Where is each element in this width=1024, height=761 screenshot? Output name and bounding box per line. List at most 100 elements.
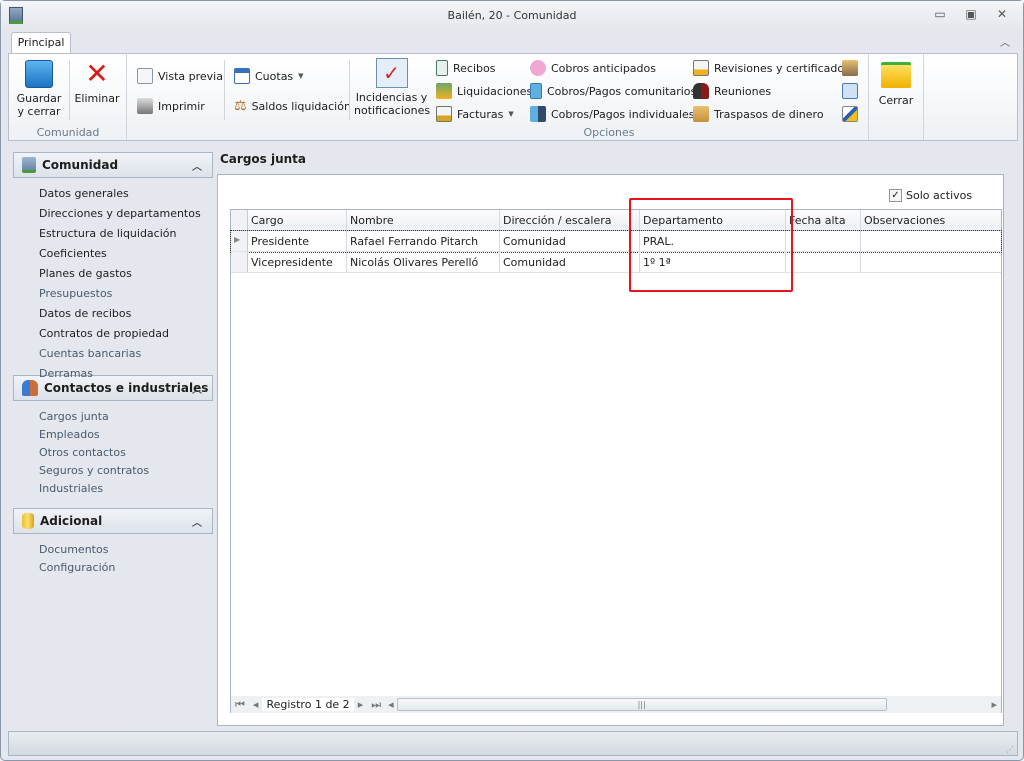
last-record-icon[interactable]: ⏭ (367, 698, 385, 712)
status-bar: ⋰ (8, 731, 1018, 756)
sidebar-item-comunidad[interactable]: Derramas (39, 367, 93, 380)
column-header-departamento[interactable]: Departamento (640, 210, 786, 230)
transfer-icon (693, 106, 709, 122)
sidebar-item-adicional[interactable]: Configuración (39, 561, 115, 574)
scroll-right-icon[interactable]: ▸ (987, 698, 1001, 711)
checkbox-checked-icon: ✓ (889, 189, 902, 202)
group-opciones-label: Opciones (583, 126, 635, 139)
collapse-ribbon-button[interactable]: ︿ (995, 34, 1015, 50)
reuniones-button[interactable]: Reuniones (693, 83, 771, 99)
table-cell[interactable]: Comunidad (500, 231, 640, 251)
invoice-icon (436, 106, 452, 122)
folder-exit-icon (881, 62, 911, 88)
row-indicator-header (231, 210, 248, 230)
revisiones-button[interactable]: Revisiones y certificados (693, 60, 850, 76)
sidebar-item-comunidad[interactable]: Contratos de propiedad (39, 327, 169, 340)
recibos-button[interactable]: Recibos (436, 60, 495, 76)
sidebar-item-contactos[interactable]: Industriales (39, 482, 103, 495)
sidebar-item-adicional[interactable]: Documentos (39, 543, 108, 556)
prev-record-icon[interactable]: ◂ (249, 698, 263, 711)
minimize-button[interactable]: ▭ (930, 7, 950, 23)
sidebar-item-contactos[interactable]: Cargos junta (39, 410, 109, 423)
column-header-nombre[interactable]: Nombre (347, 210, 500, 230)
saldos-liquidacion-button[interactable]: ⚖ Saldos liquidación (234, 98, 351, 114)
cobros-individuales-button[interactable]: Cobros/Pagos individuales (530, 106, 695, 122)
traspasos-button[interactable]: Traspasos de dinero (693, 106, 824, 122)
calculator-icon (530, 83, 542, 99)
calculator-person-icon (530, 106, 546, 122)
sidebar-item-contactos[interactable]: Empleados (39, 428, 100, 441)
table-cell[interactable]: Presidente (248, 231, 347, 251)
column-header-fecha-alta[interactable]: Fecha alta (786, 210, 861, 230)
table-cell[interactable] (786, 231, 861, 251)
sidebar-item-contactos[interactable]: Otros contactos (39, 446, 126, 459)
scroll-left-icon[interactable]: ◂ (385, 698, 397, 711)
content-title: Cargos junta (220, 152, 307, 166)
incidencias-button[interactable]: ✓ Incidencias y notificaciones (354, 58, 430, 117)
sidebar-item-comunidad[interactable]: Datos generales (39, 187, 129, 200)
row-indicator[interactable] (231, 252, 248, 272)
transfer-people-icon[interactable] (842, 60, 858, 76)
collapse-chevron-icon[interactable]: ︿ (192, 158, 202, 173)
save-icon (25, 60, 53, 88)
table-cell[interactable]: Comunidad (500, 252, 640, 272)
liquidaciones-button[interactable]: Liquidaciones (436, 83, 532, 99)
building-icon (22, 157, 36, 173)
receipt-icon (436, 60, 448, 76)
horizontal-scrollbar-thumb[interactable]: ||| (396, 698, 887, 711)
collapse-chevron-icon[interactable]: ︿ (192, 381, 202, 396)
first-record-icon[interactable]: ⏮ (231, 698, 249, 712)
title-bar: Bailén, 20 - Comunidad ▭ ▣ ✕ (1, 1, 1023, 31)
preview-icon (137, 68, 153, 84)
tab-principal[interactable]: Principal (11, 32, 71, 54)
solo-activos-checkbox[interactable]: ✓ Solo activos (889, 189, 972, 202)
sidebar-item-comunidad[interactable]: Cuentas bancarias (39, 347, 141, 360)
table-row[interactable]: ▶ Presidente Rafael Ferrando Pitarch Comuni… (230, 230, 1002, 253)
column-header-direccion[interactable]: Dirección / escalera (500, 210, 640, 230)
guardar-cerrar-button[interactable]: Guardar y cerrar (13, 60, 65, 118)
sidebar-item-comunidad[interactable]: Estructura de liquidación (39, 227, 176, 240)
liquidation-icon (436, 83, 452, 99)
group-comunidad-label: Comunidad (36, 126, 100, 139)
table-cell[interactable] (786, 252, 861, 272)
table-cell[interactable]: Rafael Ferrando Pitarch (347, 231, 500, 251)
table-row[interactable]: Vicepresidente Nicolás Olivares Perelló Co… (231, 252, 1001, 273)
tax-agency-icon[interactable] (842, 106, 858, 122)
sidebar-item-contactos[interactable]: Seguros y contratos (39, 464, 149, 477)
record-counter: Registro 1 de 2 (262, 698, 354, 711)
next-record-icon[interactable]: ▸ (354, 698, 368, 711)
cobros-comunitarios-button[interactable]: Cobros/Pagos comunitarios (530, 83, 696, 99)
sidebar-item-comunidad[interactable]: Presupuestos (39, 287, 112, 300)
table-cell[interactable] (861, 252, 1001, 272)
cuotas-dropdown[interactable]: Cuotas ▼ (234, 68, 304, 84)
sidebar-item-comunidad[interactable]: Direcciones y departamentos (39, 207, 201, 220)
close-button[interactable]: ✕ (992, 7, 1012, 23)
vista-previa-button[interactable]: Vista previa (137, 68, 223, 84)
grid-header-row: Cargo Nombre Dirección / escalera Depart… (231, 210, 1001, 231)
eliminar-button[interactable]: ✕ Eliminar (73, 60, 121, 106)
table-cell[interactable]: Vicepresidente (248, 252, 347, 272)
certificate-bell-icon (693, 60, 709, 76)
cobros-anticipados-button[interactable]: Cobros anticipados (530, 60, 656, 76)
collapse-chevron-icon[interactable]: ︿ (192, 514, 202, 529)
imprimir-button[interactable]: Imprimir (137, 98, 205, 114)
table-cell[interactable]: PRAL. (640, 231, 786, 251)
column-header-observaciones[interactable]: Observaciones (861, 210, 1001, 230)
restore-button[interactable]: ▣ (961, 7, 981, 23)
column-header-cargo[interactable]: Cargo (248, 210, 347, 230)
facturas-dropdown[interactable]: Facturas ▼ (436, 106, 514, 122)
table-cell[interactable]: 1º 1ª (640, 252, 786, 272)
scales-icon: ⚖ (234, 98, 247, 114)
table-cell[interactable]: Nicolás Olivares Perelló (347, 252, 500, 272)
sidebar-item-comunidad[interactable]: Planes de gastos (39, 267, 132, 280)
document-ribbon-icon[interactable] (842, 83, 858, 99)
section-adicional-header[interactable]: Adicional ︿ (13, 508, 213, 534)
resize-grip-icon[interactable]: ⋰ (1006, 745, 1014, 754)
section-comunidad-header[interactable]: Comunidad ︿ (13, 152, 213, 178)
contacts-people-icon (22, 380, 38, 396)
current-row-indicator-icon[interactable]: ▶ (231, 231, 248, 251)
cerrar-button[interactable]: Cerrar (873, 62, 919, 107)
sidebar-item-comunidad[interactable]: Coeficientes (39, 247, 107, 260)
table-cell[interactable] (861, 231, 1001, 251)
sidebar-item-comunidad[interactable]: Datos de recibos (39, 307, 131, 320)
